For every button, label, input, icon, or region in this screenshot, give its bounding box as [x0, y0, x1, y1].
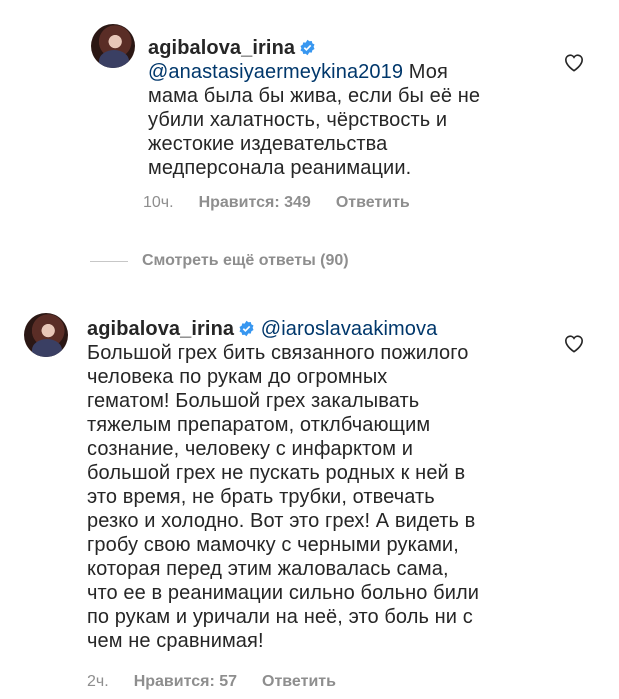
- comment-body: agibalova_irina @iaroslavaakimova Большо…: [87, 317, 557, 653]
- divider: [90, 260, 128, 262]
- verified-badge-icon: [300, 39, 315, 56]
- comment-text-line: что ее в реанимации сильно больно били: [87, 582, 480, 604]
- comment-text-line: жестокие издевательства: [148, 133, 388, 155]
- comment-text-line: которая перед этим жаловалась сама,: [87, 558, 449, 580]
- likes-count[interactable]: Нравится: 57: [134, 673, 237, 691]
- reply-button[interactable]: Ответить: [262, 673, 336, 691]
- mention-link[interactable]: @anastasiyaermeykina2019: [148, 61, 403, 83]
- comment-text-line: Большой грех бить связанного пожилого: [87, 342, 469, 364]
- comment-text-line: убили халатность, чёрствость и: [148, 109, 448, 131]
- mention-link[interactable]: @iaroslavaakimova: [261, 318, 438, 340]
- comment-text-line: гематом! Большой грех закалывать: [87, 390, 420, 412]
- username[interactable]: agibalova_irina: [87, 318, 234, 340]
- comment-text-line: сознание, человеку с инфарктом и: [87, 438, 414, 460]
- comment-text-line: человека по рукам до огромных: [87, 366, 388, 388]
- comment-text-line: медперсонала реанимации.: [148, 157, 412, 179]
- view-more-replies-label: Смотреть ещё ответы (90): [142, 252, 349, 269]
- comment-meta: 2ч. Нравится: 57 Ответить: [87, 673, 336, 691]
- view-more-replies-button[interactable]: Смотреть ещё ответы (90): [90, 252, 349, 270]
- comment-body: agibalova_irina @anastasiyaermeykina2019…: [148, 36, 578, 180]
- username[interactable]: agibalova_irina: [148, 37, 295, 59]
- comment-text-line: по рукам и уричали на неё, это боль ни с: [87, 606, 473, 628]
- reply-button[interactable]: Ответить: [336, 194, 410, 212]
- comment-text-line: гробу свою мамочку с черными руками,: [87, 534, 459, 556]
- comment-text-line: резко и холодно. Вот это грех! А видеть …: [87, 510, 476, 532]
- timestamp: 2ч.: [87, 673, 109, 690]
- avatar[interactable]: [24, 313, 68, 357]
- comment-text-line: большой грех не пускать родных к ней в: [87, 462, 466, 484]
- timestamp: 10ч.: [143, 194, 174, 211]
- likes-count[interactable]: Нравится: 349: [199, 194, 311, 212]
- heart-icon[interactable]: [563, 52, 585, 72]
- comment-text-line: мама была бы жива, если бы её не: [148, 85, 481, 107]
- comment-text-line: чем не сравнимая!: [87, 630, 264, 652]
- comment-text-line: это время, не брать трубки, отвечать: [87, 486, 435, 508]
- comment-meta: 10ч. Нравится: 349 Ответить: [143, 194, 410, 212]
- heart-icon[interactable]: [563, 333, 585, 353]
- comment-text: Моя: [403, 61, 448, 83]
- verified-badge-icon: [239, 320, 254, 337]
- comment-text-line: тяжелым препаратом, отклбчающим: [87, 414, 431, 436]
- avatar[interactable]: [91, 24, 135, 68]
